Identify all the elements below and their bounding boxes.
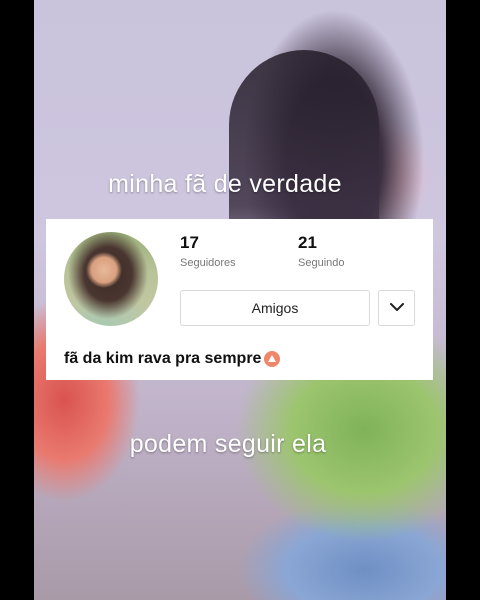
bio: fã da kim rava pra sempre bbox=[64, 350, 281, 368]
chevron-down-icon bbox=[389, 299, 404, 317]
following-count: 21 bbox=[298, 233, 317, 252]
more-options-button[interactable] bbox=[378, 290, 415, 326]
friends-button[interactable]: Amigos bbox=[180, 290, 370, 326]
following-label: Seguindo bbox=[298, 257, 345, 269]
followers-label: Seguidores bbox=[180, 257, 236, 269]
avatar[interactable] bbox=[64, 232, 158, 326]
bio-text: fã da kim rava pra sempre bbox=[64, 350, 262, 367]
followers-stat[interactable]: 17 Seguidores bbox=[180, 233, 236, 269]
triangle-emoji-icon bbox=[264, 351, 281, 367]
caption-bottom: podem seguir ela bbox=[129, 430, 327, 458]
followers-count: 17 bbox=[180, 233, 199, 252]
caption-top: minha fã de verdade bbox=[108, 170, 342, 198]
following-stat[interactable]: 21 Seguindo bbox=[298, 233, 345, 269]
friends-button-label: Amigos bbox=[251, 300, 299, 316]
profile-card: 17 Seguidores 21 Seguindo Amigos fã da k… bbox=[46, 219, 433, 380]
